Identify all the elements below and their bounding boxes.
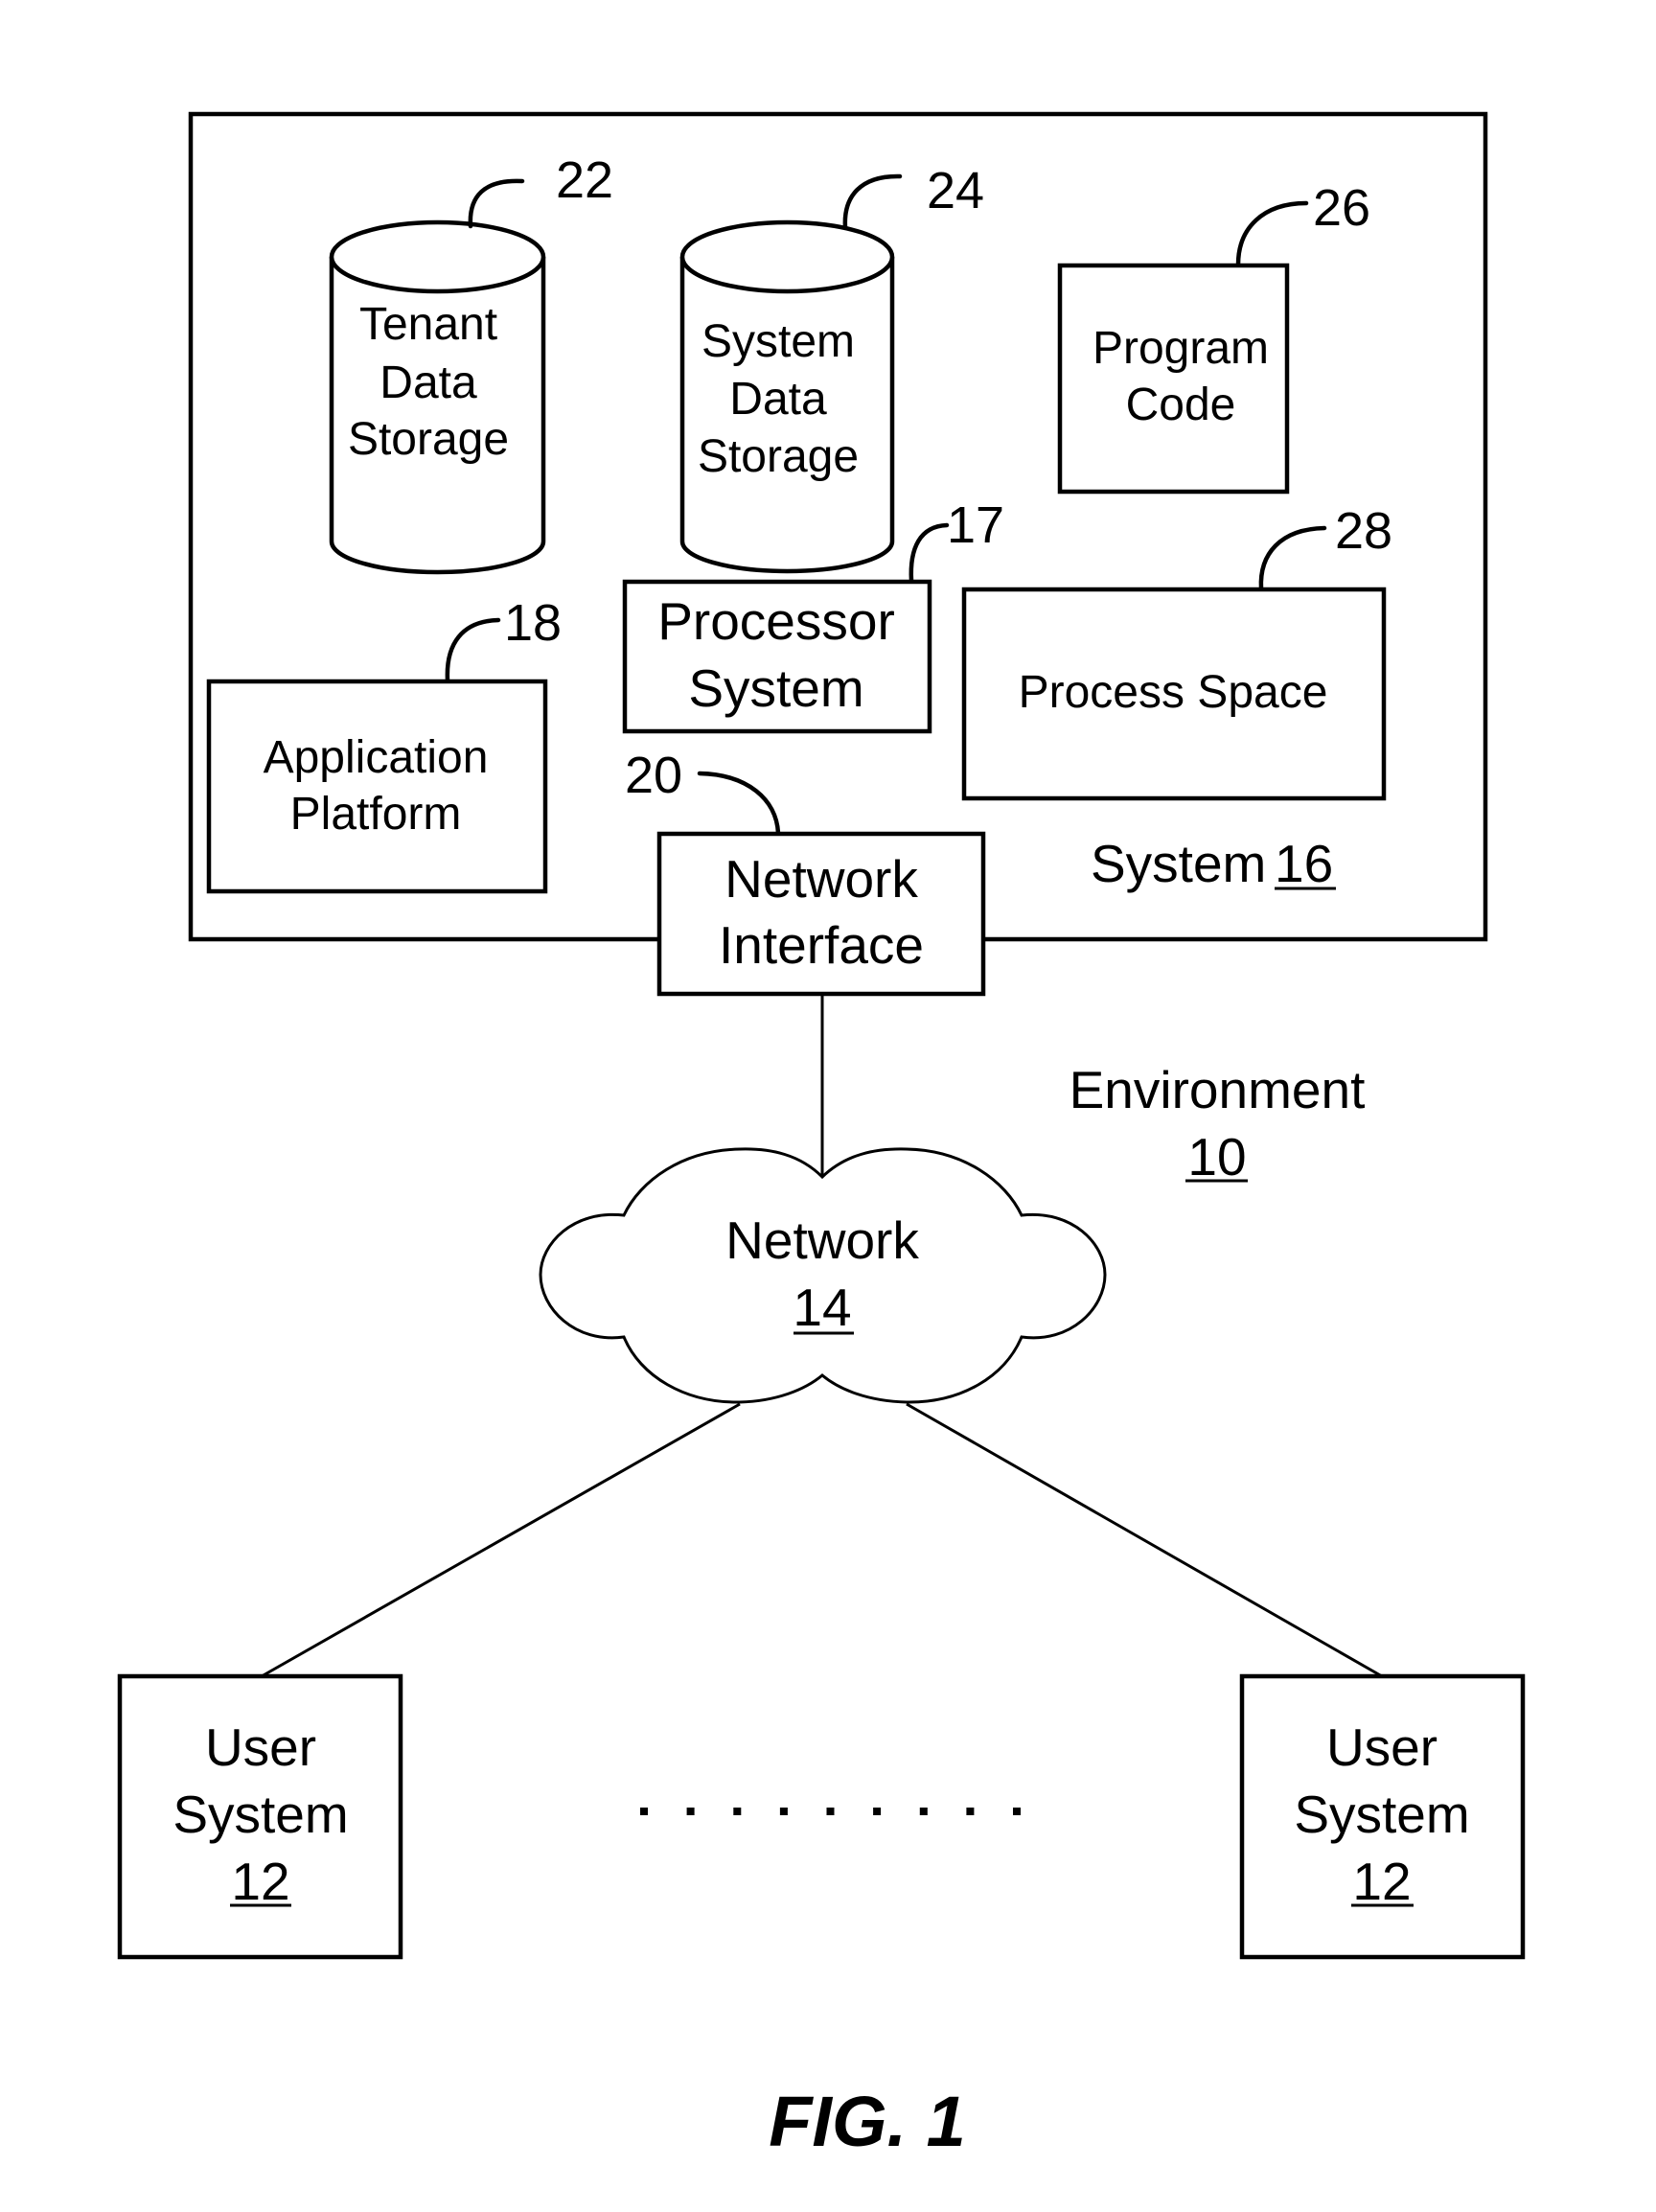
connector-network-to-user-system-2 [906,1402,1383,1678]
environment-ref-numeral: 10 [1187,1127,1246,1187]
user-system-2-label-line1: User [1326,1717,1438,1777]
system-data-storage-cylinder: System Data Storage [679,219,895,574]
user-system-2-ref-numeral: 12 [1352,1852,1411,1911]
network-cloud: Network 14 [539,1147,1107,1404]
patent-figure: Tenant Data Storage 22 System Data Stora… [117,111,1526,2161]
tenant-storage-label-line2: Data [380,357,477,408]
leader-line-18 [445,617,501,683]
ref-numeral-26: 26 [1313,179,1370,237]
ref-numeral-24: 24 [927,162,984,219]
ellipsis-dot [966,1808,975,1815]
application-platform-label-line1: Application [264,732,489,783]
leader-line-22 [468,178,525,229]
network-interface-label-line2: Interface [719,915,924,975]
figure-caption: FIG. 1 [769,2082,966,2161]
ellipsis-dot [919,1808,928,1815]
user-system-1-label-line2: System [172,1785,348,1844]
ellipsis-dot [640,1808,648,1815]
application-platform-label-line2: Platform [290,789,462,840]
leader-line-28 [1258,525,1327,591]
processor-system-label-line2: System [688,658,863,718]
network-ref-numeral: 14 [793,1278,851,1337]
system-label: System 16 [1091,834,1336,893]
tenant-storage-label-line3: Storage [348,414,509,465]
system-label-text: System [1091,834,1266,893]
program-code-box: Program Code [1057,263,1290,495]
leader-line-24 [842,173,903,230]
user-system-1-label-line1: User [205,1717,316,1777]
tenant-storage-label-line1: Tenant [359,299,497,350]
user-system-box-1: User System 12 [117,1673,403,1960]
processor-system-box: Processor System [622,579,932,734]
ellipsis-dot [1013,1808,1021,1815]
ellipsis-dot [686,1808,695,1815]
system-storage-label-line3: Storage [698,431,859,482]
ellipsis-dot [873,1808,882,1815]
ref-numeral-17: 17 [947,496,1004,554]
system-storage-label-line1: System [702,316,855,367]
ref-numeral-18: 18 [504,594,562,652]
ref-numeral-28: 28 [1335,502,1392,560]
leader-line-26 [1235,200,1309,267]
program-code-label-line1: Program [1092,323,1269,374]
ellipsis-dot [779,1808,788,1815]
network-label: Network [725,1210,919,1270]
system-ref-numeral: 16 [1275,834,1333,893]
cloud-shape [539,1147,1107,1404]
system-storage-label-line2: Data [729,374,827,425]
ellipsis-dot [733,1808,742,1815]
process-space-label: Process Space [1019,667,1328,718]
application-platform-box: Application Platform [206,679,548,894]
user-system-box-2: User System 12 [1239,1673,1526,1960]
program-code-label-line2: Code [1126,380,1236,430]
ellipsis-more-user-systems [640,1808,1021,1815]
network-interface-box: Network Interface [656,831,986,997]
ellipsis-dot [826,1808,835,1815]
connector-network-to-user-system-1 [261,1402,741,1678]
process-space-box: Process Space [961,587,1387,801]
leader-line-17 [908,522,950,584]
user-system-1-ref-numeral: 12 [231,1852,289,1911]
environment-label-text: Environment [1070,1060,1366,1119]
tenant-data-storage-cylinder: Tenant Data Storage [329,219,546,575]
ref-numeral-22: 22 [556,151,613,209]
ref-numeral-20: 20 [625,747,682,804]
network-interface-label-line1: Network [724,849,918,909]
leader-line-20 [697,771,781,836]
processor-system-label-line1: Processor [657,591,895,651]
user-system-2-label-line2: System [1294,1785,1469,1844]
environment-label: Environment 10 [1070,1060,1366,1187]
